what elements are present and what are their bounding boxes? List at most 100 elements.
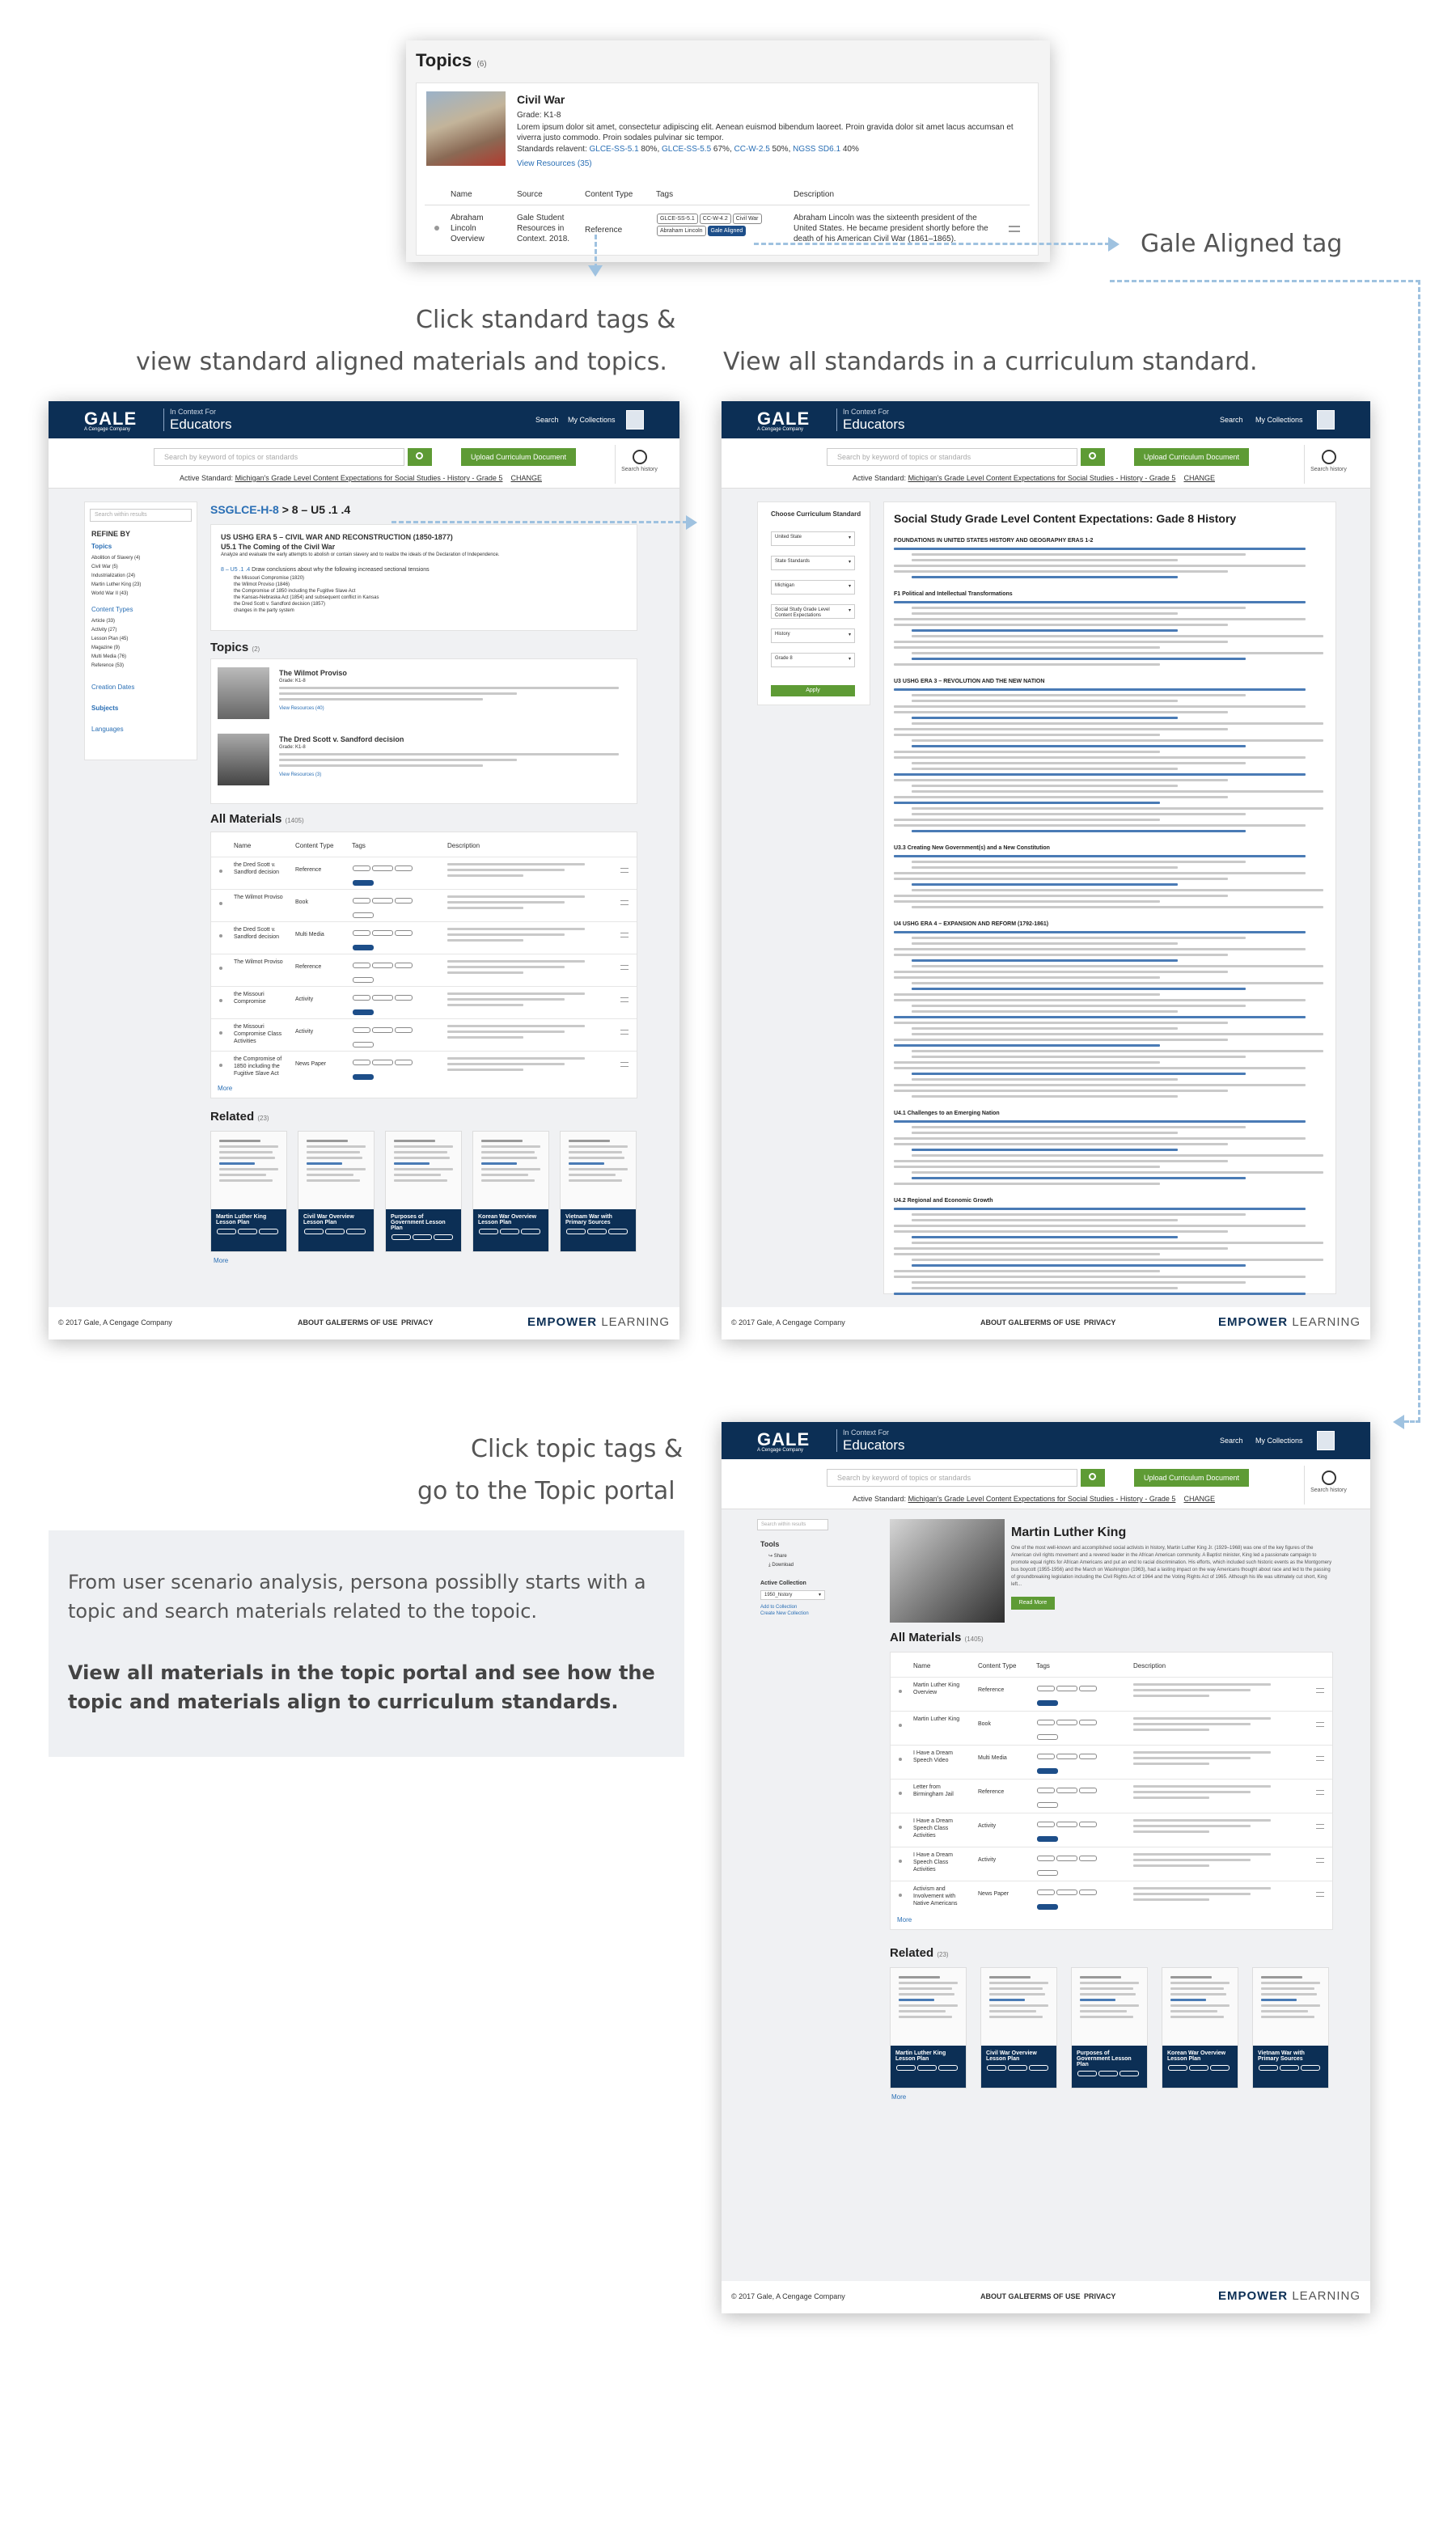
tag[interactable] xyxy=(1079,1856,1097,1861)
tag[interactable] xyxy=(1056,1890,1077,1895)
apply-button[interactable]: Apply xyxy=(771,685,855,696)
change-link[interactable]: CHANGE xyxy=(1183,1495,1215,1503)
view-resources-link[interactable]: View Resources (3) xyxy=(279,772,321,777)
nav-my-collections[interactable]: My Collections xyxy=(1255,416,1303,424)
tag[interactable] xyxy=(353,865,370,871)
facet-item[interactable]: Abolition of Slavery (4) xyxy=(91,554,141,563)
change-link[interactable]: CHANGE xyxy=(1183,474,1215,482)
material-name[interactable]: I Have a Dream Speech Class Activities xyxy=(913,1852,970,1873)
gale-aligned-tag[interactable]: Gale Aligned xyxy=(707,226,747,236)
material-name[interactable]: the Missouri Compromise Class Activities xyxy=(234,1023,290,1045)
menu-icon[interactable] xyxy=(620,1030,629,1035)
topic-title[interactable]: The Wilmot Proviso xyxy=(279,669,347,677)
related-item[interactable]: Korean War Overview Lesson Plan xyxy=(1162,1967,1238,2089)
standard-select[interactable]: State Standards ▾ xyxy=(771,556,855,570)
topic-thumbnail[interactable] xyxy=(218,667,269,719)
standard-select[interactable]: Grade 8 ▾ xyxy=(771,653,855,667)
row-name[interactable]: Abraham Lincoln Overview xyxy=(451,213,507,244)
filter-input[interactable]: Search within results xyxy=(757,1519,828,1530)
tag[interactable] xyxy=(353,963,370,968)
tag[interactable] xyxy=(1037,1904,1058,1910)
standard-select[interactable]: Michigan ▾ xyxy=(771,580,855,595)
avatar[interactable] xyxy=(1317,1431,1335,1450)
material-name[interactable]: the Dred Scott v. Sandford decision xyxy=(234,926,290,941)
gale-logo[interactable]: GALE A Cengage Company xyxy=(757,408,810,432)
tag[interactable] xyxy=(395,898,413,904)
tag[interactable] xyxy=(1037,1802,1058,1808)
search-history-button[interactable]: Search history xyxy=(615,445,663,484)
tag[interactable] xyxy=(1079,1822,1097,1827)
tag[interactable] xyxy=(395,1060,413,1065)
facet-item[interactable]: Reference (53) xyxy=(91,662,128,671)
footer-privacy[interactable]: PRIVACY xyxy=(1084,1318,1115,1327)
tag[interactable]: GLCE-SS-5.1 xyxy=(657,214,698,224)
breadcrumb-standard[interactable]: SSGLCE-H-8 xyxy=(210,503,279,516)
tag[interactable] xyxy=(353,930,370,936)
upload-curriculum-button[interactable]: Upload Curriculum Document xyxy=(1134,448,1249,466)
tag[interactable]: CC-W-4.2 xyxy=(699,214,731,224)
footer-about[interactable]: ABOUT GALE xyxy=(298,1318,346,1327)
tag[interactable] xyxy=(1079,1788,1097,1793)
menu-icon[interactable] xyxy=(620,900,629,905)
nav-search[interactable]: Search xyxy=(535,416,559,424)
related-more-link[interactable]: More xyxy=(891,2093,906,2101)
tag[interactable] xyxy=(1037,1720,1055,1725)
tag[interactable] xyxy=(372,930,393,936)
tag[interactable] xyxy=(1037,1788,1055,1793)
search-button[interactable] xyxy=(1081,448,1105,466)
tag[interactable] xyxy=(353,1027,370,1033)
material-name[interactable]: I Have a Dream Speech Video xyxy=(913,1750,970,1764)
facet-item[interactable]: Article (33) xyxy=(91,617,128,626)
related-item[interactable]: Vietnam War with Primary Sources xyxy=(560,1131,637,1252)
related-item[interactable]: Vietnam War with Primary Sources xyxy=(1252,1967,1329,2089)
tag[interactable] xyxy=(372,1060,393,1065)
material-name[interactable]: the Compromise of 1850 including the Fug… xyxy=(234,1056,290,1077)
tag[interactable] xyxy=(1037,1700,1058,1706)
footer-terms[interactable]: TERMS OF USE xyxy=(1026,1318,1081,1327)
gale-logo[interactable]: GALE A Cengage Company xyxy=(757,1429,810,1453)
facet-item[interactable]: Civil War (5) xyxy=(91,563,141,572)
standard-tag[interactable]: GLCE-SS-5.1 xyxy=(590,145,639,154)
tag[interactable] xyxy=(1037,1890,1055,1895)
avatar[interactable] xyxy=(626,410,644,430)
view-resources-link[interactable]: View Resources (35) xyxy=(517,159,592,168)
material-name[interactable]: the Dred Scott v. Sandford decision xyxy=(234,861,290,876)
standard-select[interactable]: Social Study Grade Level Content Expecta… xyxy=(771,604,855,619)
menu-icon[interactable] xyxy=(1316,1722,1324,1727)
active-standard-link[interactable]: Michigan's Grade Level Content Expectati… xyxy=(908,1495,1176,1503)
tag[interactable] xyxy=(353,945,374,950)
tag[interactable] xyxy=(395,1027,413,1033)
tag[interactable] xyxy=(1056,1754,1077,1759)
tag[interactable] xyxy=(372,995,393,1001)
topic-title[interactable]: The Dred Scott v. Sandford decision xyxy=(279,735,404,743)
active-standard-link[interactable]: Michigan's Grade Level Content Expectati… xyxy=(908,474,1176,482)
tag[interactable] xyxy=(1037,1734,1058,1740)
footer-about[interactable]: ABOUT GALE xyxy=(980,2292,1029,2300)
menu-icon[interactable] xyxy=(1316,1688,1324,1693)
tag[interactable] xyxy=(372,1027,393,1033)
standard-tag[interactable]: GLCE-SS-5.5 xyxy=(662,145,711,154)
menu-icon[interactable] xyxy=(1316,1790,1324,1795)
tag[interactable] xyxy=(1037,1768,1058,1774)
facet-item[interactable]: Martin Luther King (23) xyxy=(91,581,141,590)
tag[interactable] xyxy=(353,912,374,918)
search-button[interactable] xyxy=(408,448,432,466)
facet-topics[interactable]: Topics xyxy=(91,543,112,550)
more-link[interactable]: More xyxy=(897,1916,912,1923)
search-history-button[interactable]: Search history xyxy=(1304,445,1352,484)
related-item[interactable]: Purposes of Government Lesson Plan xyxy=(385,1131,462,1252)
facet-item[interactable]: Multi Media (76) xyxy=(91,653,128,662)
related-more-link[interactable]: More xyxy=(214,1257,228,1264)
tag[interactable] xyxy=(1037,1754,1055,1759)
standard-tag[interactable]: CC-W-2.5 xyxy=(734,145,770,154)
topic-thumbnail[interactable] xyxy=(426,91,506,166)
related-item[interactable]: Martin Luther King Lesson Plan xyxy=(890,1967,967,2089)
download-button[interactable]: ⤓ Download xyxy=(768,1563,794,1568)
tag[interactable] xyxy=(395,930,413,936)
footer-privacy[interactable]: PRIVACY xyxy=(1084,2292,1115,2300)
tag[interactable] xyxy=(372,963,393,968)
facet-item[interactable]: World War II (43) xyxy=(91,590,141,599)
upload-curriculum-button[interactable]: Upload Curriculum Document xyxy=(1134,1469,1249,1487)
nav-my-collections[interactable]: My Collections xyxy=(1255,1437,1303,1445)
facet-item[interactable]: Lesson Plan (45) xyxy=(91,635,128,644)
